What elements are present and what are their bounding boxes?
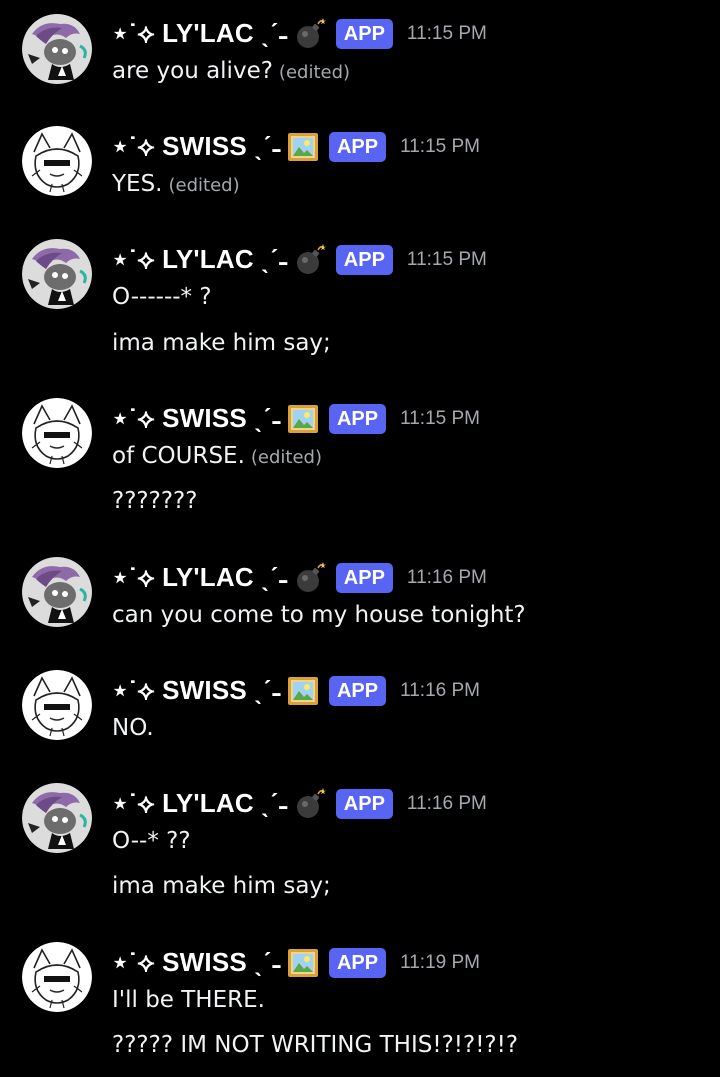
- message-header: ⋆˙⟡ SWISS ˎˊ˗ APP 11:16 PM: [112, 673, 480, 709]
- timestamp: 11:16 PM: [406, 567, 487, 588]
- message-text: of COURSE. (edited): [112, 443, 322, 469]
- message-content: are you alive?: [112, 58, 273, 84]
- timestamp: 11:15 PM: [400, 136, 480, 157]
- edited-label: (edited): [250, 447, 323, 468]
- avatar[interactable]: [22, 239, 92, 309]
- message-text: NO.: [112, 715, 154, 741]
- username[interactable]: ⋆˙⟡ LY'LAC ˎˊ˗: [112, 244, 288, 276]
- bomb-emoji: [294, 18, 326, 50]
- message-text: can you come to my house tonight?: [112, 602, 526, 628]
- timestamp: 11:15 PM: [406, 23, 487, 44]
- message-text: ????? IM NOT WRITING THIS!?!?!?!?: [112, 1032, 519, 1058]
- framed-picture-emoji: [287, 947, 319, 979]
- message-text: O------* ?: [112, 284, 212, 310]
- username[interactable]: ⋆˙⟡ LY'LAC ˎˊ˗: [112, 18, 288, 50]
- avatar[interactable]: [22, 398, 92, 468]
- message-text: ima make him say;: [112, 330, 331, 356]
- framed-picture-emoji: [287, 403, 319, 435]
- username[interactable]: ⋆˙⟡ LY'LAC ˎˊ˗: [112, 788, 288, 820]
- username[interactable]: ⋆˙⟡ SWISS ˎˊ˗: [112, 403, 281, 435]
- app-badge: APP: [328, 404, 387, 434]
- message-header: ⋆˙⟡ SWISS ˎˊ˗ APP 11:19 PM: [112, 945, 480, 981]
- message-header: ⋆˙⟡ LY'LAC ˎˊ˗ APP 11:16 PM: [112, 560, 487, 596]
- message-header: ⋆˙⟡ LY'LAC ˎˊ˗ APP 11:15 PM: [112, 242, 487, 278]
- avatar[interactable]: [22, 14, 92, 84]
- app-badge: APP: [328, 676, 387, 706]
- message-text: YES. (edited): [112, 171, 240, 197]
- app-badge: APP: [328, 132, 387, 162]
- bomb-emoji: [294, 788, 326, 820]
- app-badge: APP: [335, 19, 393, 49]
- message-content: of COURSE.: [112, 443, 245, 469]
- message-text: are you alive? (edited): [112, 58, 350, 84]
- message-header: ⋆˙⟡ LY'LAC ˎˊ˗ APP 11:15 PM: [112, 16, 487, 52]
- avatar[interactable]: [22, 126, 92, 196]
- message-text: ???????: [112, 488, 198, 514]
- avatar[interactable]: [22, 670, 92, 740]
- avatar[interactable]: [22, 783, 92, 853]
- edited-label: (edited): [168, 175, 240, 196]
- timestamp: 11:16 PM: [406, 793, 487, 814]
- bomb-emoji: [294, 244, 326, 276]
- timestamp: 11:15 PM: [406, 249, 487, 270]
- username[interactable]: ⋆˙⟡ SWISS ˎˊ˗: [112, 131, 281, 163]
- app-badge: APP: [335, 245, 393, 275]
- message-content: YES.: [112, 171, 163, 197]
- message-text: ima make him say;: [112, 873, 331, 899]
- avatar[interactable]: [22, 942, 92, 1012]
- message-header: ⋆˙⟡ LY'LAC ˎˊ˗ APP 11:16 PM: [112, 786, 487, 822]
- app-badge: APP: [328, 948, 387, 978]
- message-header: ⋆˙⟡ SWISS ˎˊ˗ APP 11:15 PM: [112, 401, 480, 437]
- app-badge: APP: [335, 789, 393, 819]
- bomb-emoji: [294, 562, 326, 594]
- timestamp: 11:19 PM: [400, 952, 480, 973]
- message-text: O--* ??: [112, 828, 191, 854]
- message-text: I'll be THERE.: [112, 987, 265, 1013]
- timestamp: 11:16 PM: [400, 680, 480, 701]
- app-badge: APP: [335, 563, 393, 593]
- timestamp: 11:15 PM: [400, 408, 480, 429]
- avatar[interactable]: [22, 557, 92, 627]
- framed-picture-emoji: [287, 675, 319, 707]
- username[interactable]: ⋆˙⟡ SWISS ˎˊ˗: [112, 947, 281, 979]
- username[interactable]: ⋆˙⟡ LY'LAC ˎˊ˗: [112, 562, 288, 594]
- edited-label: (edited): [278, 62, 351, 83]
- framed-picture-emoji: [287, 131, 319, 163]
- message-header: ⋆˙⟡ SWISS ˎˊ˗ APP 11:15 PM: [112, 129, 480, 165]
- username[interactable]: ⋆˙⟡ SWISS ˎˊ˗: [112, 675, 281, 707]
